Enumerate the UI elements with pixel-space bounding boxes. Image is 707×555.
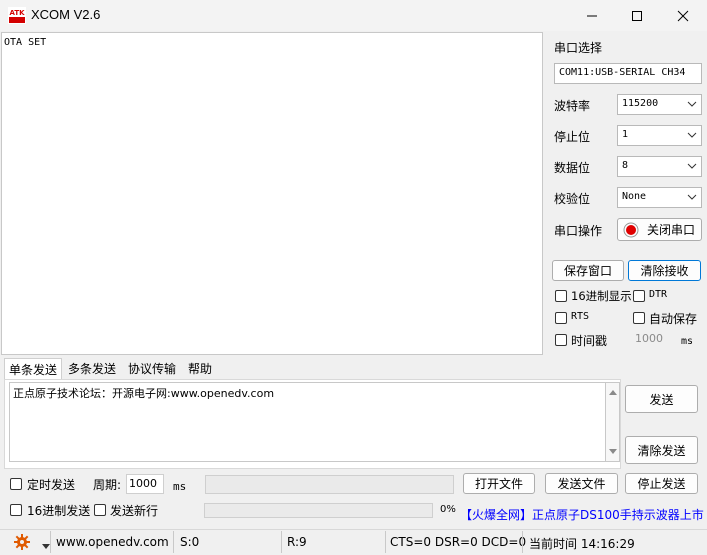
status-separator: [385, 531, 386, 553]
rts-label: RTS: [571, 311, 590, 322]
data-bits-label: 数据位: [554, 161, 591, 175]
baud-value: 115200: [622, 98, 659, 109]
timestamp-label: 时间戳: [571, 334, 608, 348]
send-textarea[interactable]: 正点原子技术论坛：开源电子网:www.openedv.com: [9, 382, 606, 462]
status-separator: [173, 531, 174, 553]
send-text: 正点原子技术论坛：开源电子网:www.openedv.com: [13, 387, 275, 400]
stop-bits-value: 1: [622, 129, 629, 140]
window-title: XCOM V2.6: [31, 7, 101, 22]
send-newline-checkbox[interactable]: [94, 504, 106, 516]
status-lines: CTS=0 DSR=0 DCD=0: [390, 535, 527, 549]
hex-display-checkbox[interactable]: [555, 290, 567, 302]
send-file-label: 发送文件: [557, 477, 606, 491]
receive-textarea[interactable]: OTA SET: [1, 32, 543, 355]
timestamp-value: 1000: [635, 332, 663, 345]
status-time: 当前时间 14:16:29: [529, 537, 635, 551]
hex-display-label: 16进制显示: [571, 289, 632, 303]
file-path-bar: [205, 475, 454, 494]
port-status-icon: [623, 222, 639, 237]
send-newline-label: 发送新行: [110, 504, 159, 518]
close-port-label: 关闭串口: [647, 223, 696, 237]
chevron-down-icon: [687, 132, 697, 138]
period-unit: ms: [173, 480, 187, 493]
send-file-button[interactable]: 发送文件: [545, 473, 618, 494]
tab-single-send[interactable]: 单条发送: [4, 358, 63, 380]
settings-gear-icon[interactable]: [12, 533, 32, 551]
scroll-down-icon: [609, 449, 617, 454]
hex-send-label: 16进制发送: [27, 504, 91, 518]
port-select[interactable]: COM11:USB-SERIAL CH34: [554, 63, 702, 84]
data-bits-select[interactable]: 8: [617, 156, 702, 177]
tab-multi-send[interactable]: 多条发送: [64, 358, 120, 378]
scroll-up-icon: [609, 390, 617, 395]
parity-value: None: [622, 191, 647, 202]
timed-send-label: 定时发送: [27, 478, 76, 492]
open-file-label: 打开文件: [474, 477, 523, 491]
settings-dropdown-icon[interactable]: [42, 539, 50, 553]
chevron-down-icon: [687, 101, 697, 107]
timestamp-input[interactable]: 1000: [632, 331, 678, 348]
stop-send-button[interactable]: 停止发送: [625, 473, 698, 494]
send-progress-bar: [204, 503, 433, 518]
timestamp-checkbox[interactable]: [555, 334, 567, 346]
clear-send-label: 清除发送: [637, 443, 686, 458]
app-logo-icon: ATK: [8, 7, 26, 24]
send-scrollbar[interactable]: [606, 382, 620, 462]
close-icon: [677, 10, 689, 21]
close-button[interactable]: [660, 0, 706, 31]
period-input[interactable]: 1000: [126, 474, 164, 494]
auto-save-label: 自动保存: [649, 312, 698, 326]
clear-receive-label: 清除接收: [640, 264, 689, 278]
ad-link[interactable]: 【火爆全网】正点原子DS100手持示波器上市: [460, 506, 704, 523]
chevron-down-icon: [687, 194, 697, 200]
clear-send-button[interactable]: 清除发送: [625, 436, 698, 464]
status-received: R:9: [287, 535, 307, 549]
parity-select[interactable]: None: [617, 187, 702, 208]
stop-send-label: 停止发送: [637, 477, 686, 491]
receive-text: OTA SET: [4, 37, 47, 48]
timestamp-unit: ms: [681, 336, 694, 347]
timed-send-checkbox[interactable]: [10, 478, 22, 490]
progress-percent: 0%: [440, 504, 456, 515]
hex-send-checkbox[interactable]: [10, 504, 22, 516]
tab-help[interactable]: 帮助: [184, 358, 216, 378]
clear-receive-button[interactable]: 清除接收: [628, 260, 701, 281]
port-select-label: 串口选择: [554, 41, 603, 55]
save-window-label: 保存窗口: [563, 264, 612, 278]
baud-label: 波特率: [554, 99, 591, 113]
status-sent: S:0: [180, 535, 200, 549]
chevron-down-icon: [687, 163, 697, 169]
port-value: COM11:USB-SERIAL CH34: [559, 67, 686, 78]
port-operation-label: 串口操作: [554, 224, 603, 238]
minimize-button[interactable]: [569, 0, 615, 31]
status-separator: [50, 531, 51, 553]
stop-bits-select[interactable]: 1: [617, 125, 702, 146]
send-button[interactable]: 发送: [625, 385, 698, 413]
close-port-button[interactable]: 关闭串口: [617, 218, 702, 241]
maximize-icon: [632, 10, 642, 21]
status-url[interactable]: www.openedv.com: [56, 535, 169, 549]
period-label: 周期:: [93, 478, 122, 492]
rts-checkbox[interactable]: [555, 312, 567, 324]
data-bits-value: 8: [622, 160, 629, 171]
period-value: 1000: [129, 477, 157, 490]
tab-protocol[interactable]: 协议传输: [124, 358, 180, 378]
save-window-button[interactable]: 保存窗口: [552, 260, 624, 281]
status-separator: [522, 531, 523, 553]
dtr-label: DTR: [649, 289, 668, 300]
parity-label: 校验位: [554, 192, 591, 206]
open-file-button[interactable]: 打开文件: [463, 473, 535, 494]
auto-save-checkbox[interactable]: [633, 312, 645, 324]
maximize-button[interactable]: [614, 0, 660, 31]
stop-bits-label: 停止位: [554, 130, 591, 144]
send-button-label: 发送: [649, 392, 674, 407]
baud-select[interactable]: 115200: [617, 94, 702, 115]
status-separator: [281, 531, 282, 553]
logo-text: ATK: [9, 9, 25, 17]
minimize-icon: [587, 15, 597, 16]
dtr-checkbox[interactable]: [633, 290, 645, 302]
